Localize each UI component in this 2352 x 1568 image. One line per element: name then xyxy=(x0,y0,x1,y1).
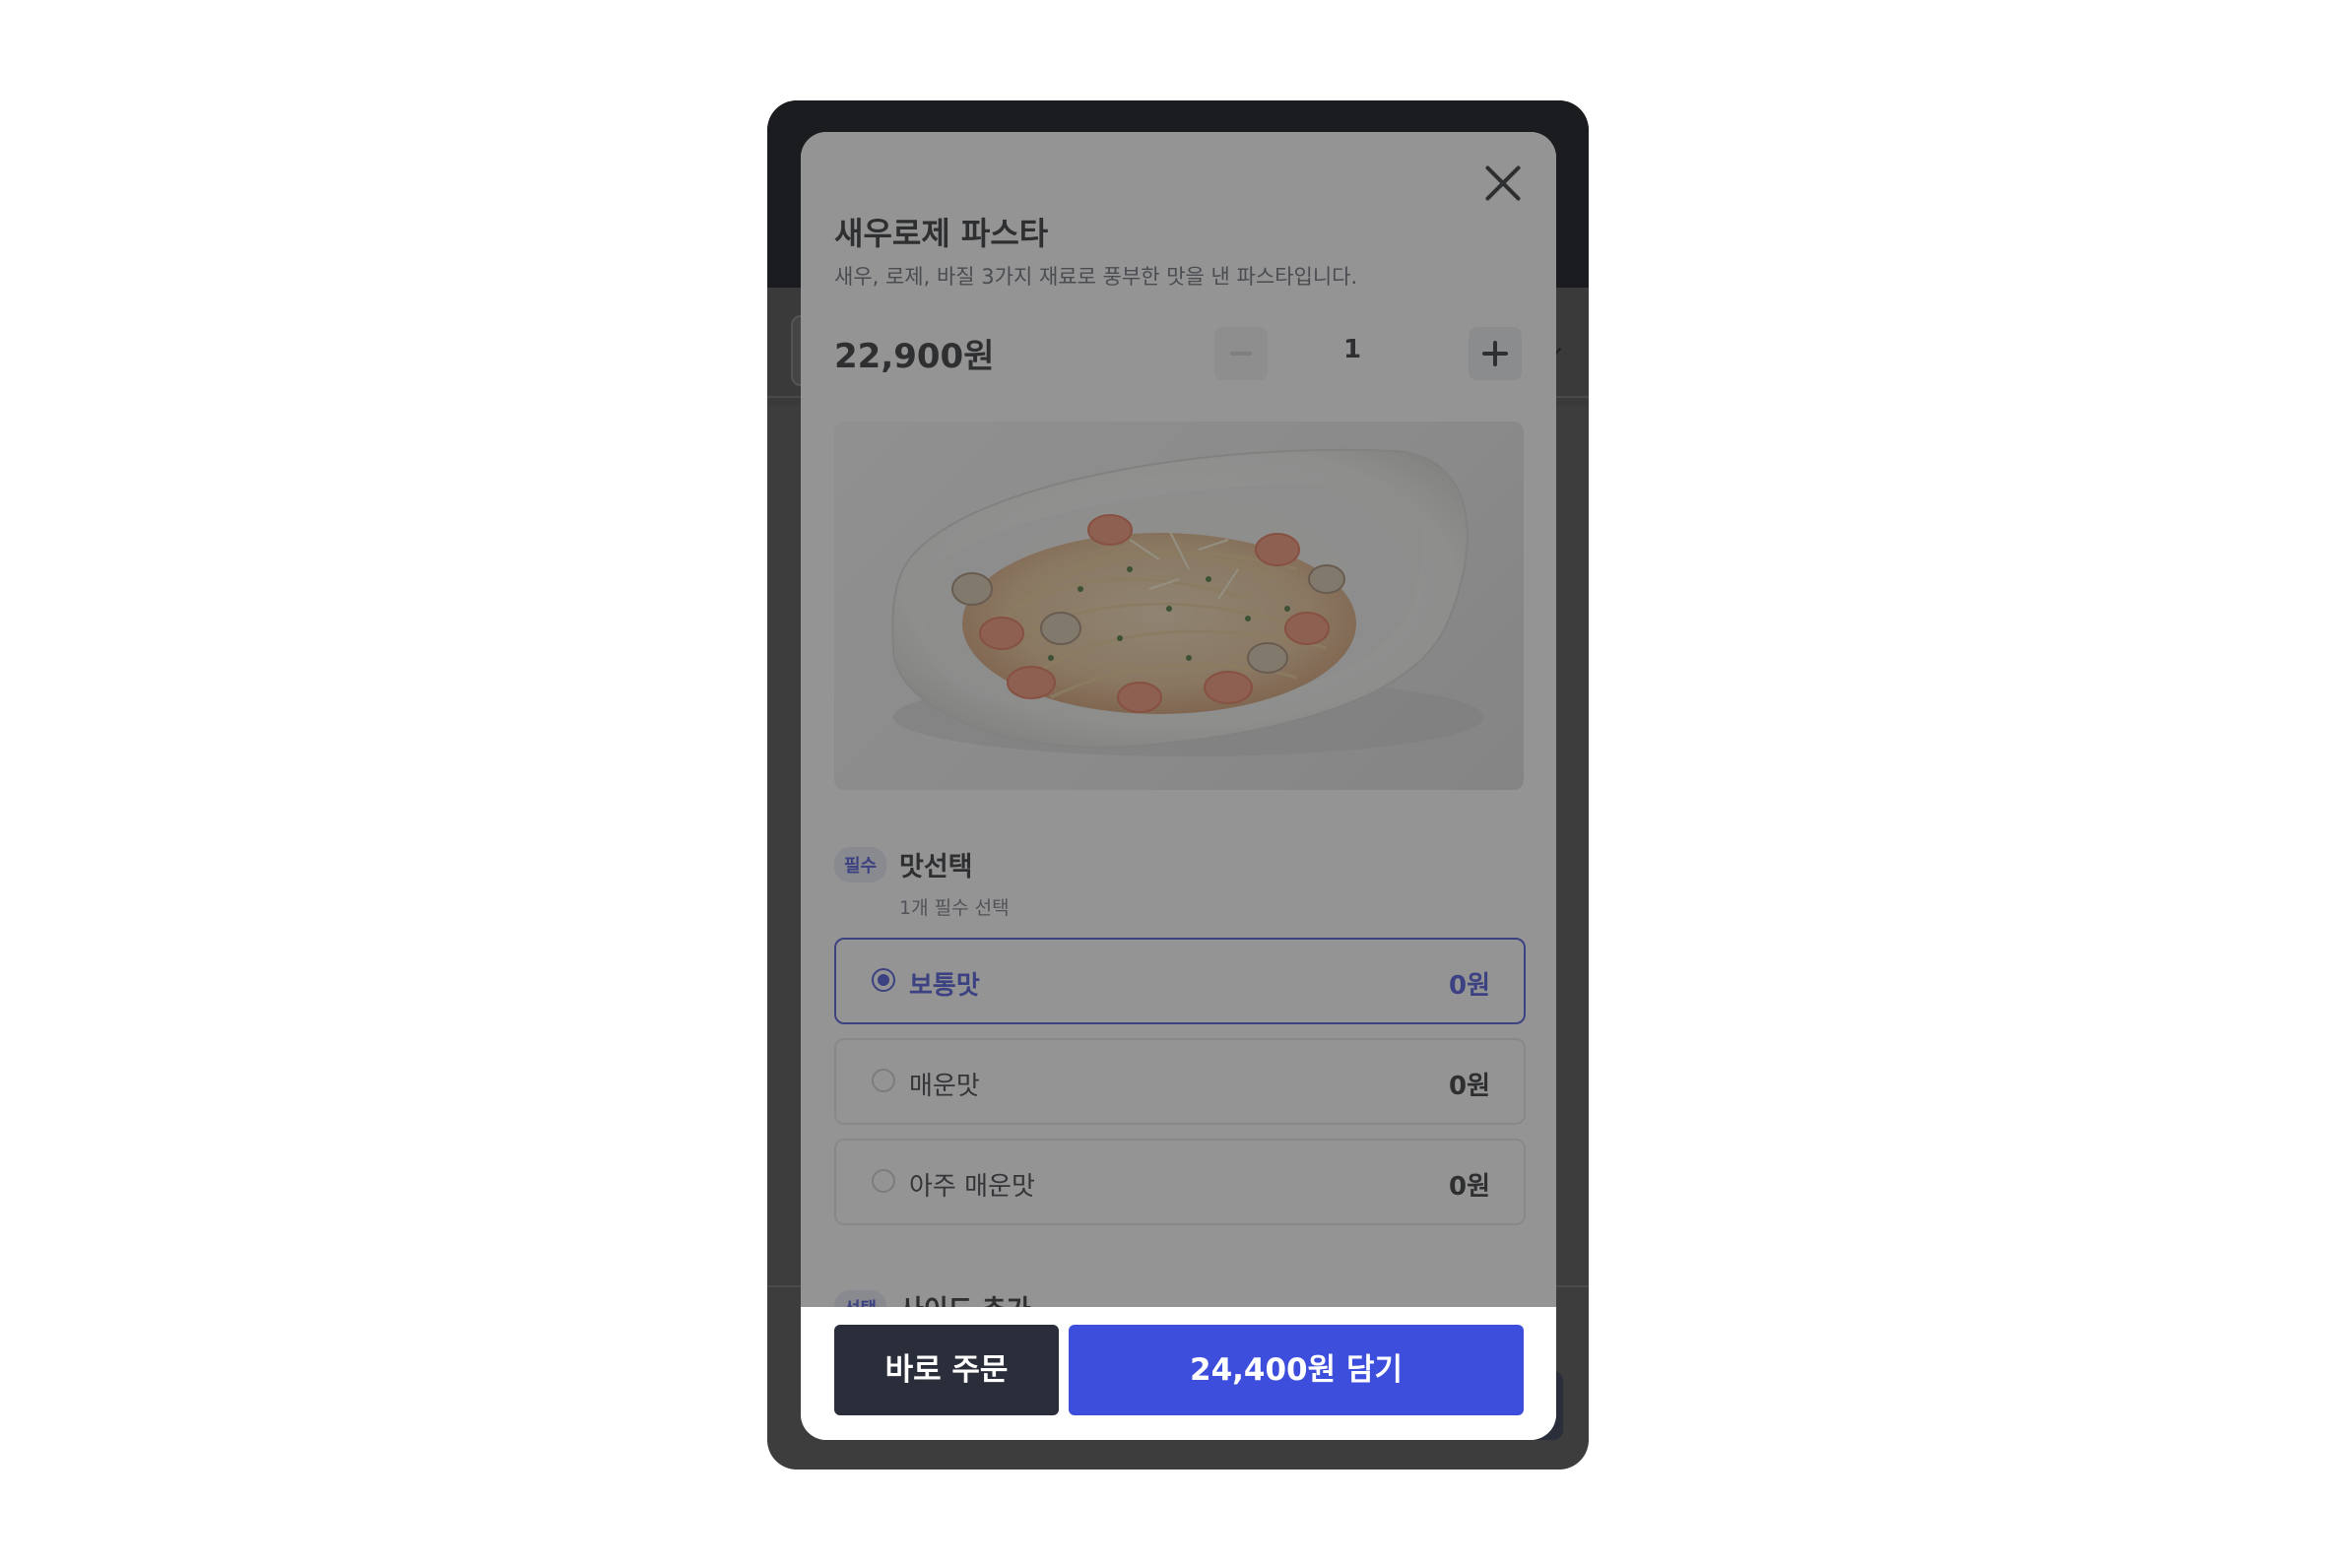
close-icon[interactable] xyxy=(1479,160,1527,207)
required-badge: 필수 xyxy=(834,847,887,882)
taste-section-title: 맛선택 xyxy=(899,852,973,882)
option-price: 0원 xyxy=(1448,971,1490,1001)
option-label: 아주 매운맛 xyxy=(909,1172,1035,1202)
add-to-cart-button[interactable]: 24,400원 담기 xyxy=(1069,1325,1524,1415)
option-price: 0원 xyxy=(1448,1172,1490,1202)
modal-scroll-area[interactable]: 새우로제 파스타 새우, 로제, 바질 3가지 재료로 풍부한 맛을 낸 파스타… xyxy=(801,132,1556,1307)
side-section-title: 사이드 추가 xyxy=(899,1288,1031,1307)
taste-section-subtitle: 1개 필수 선택 xyxy=(899,897,1010,919)
option-label: 보통맛 xyxy=(909,971,980,1001)
option-normal[interactable]: 보통맛 0원 xyxy=(834,938,1526,1024)
quantity-value: 1 xyxy=(1342,335,1362,364)
optional-badge: 선택 xyxy=(834,1290,887,1307)
product-price: 22,900원 xyxy=(834,337,995,376)
product-title: 새우로제 파스타 xyxy=(834,215,1049,252)
option-spicy[interactable]: 매운맛 0원 xyxy=(834,1038,1526,1125)
modal-footer: 바로 주문 24,400원 담기 xyxy=(801,1307,1556,1440)
option-price: 0원 xyxy=(1448,1072,1490,1101)
order-now-button[interactable]: 바로 주문 xyxy=(834,1325,1059,1415)
radio-button[interactable] xyxy=(872,1069,895,1092)
product-description: 새우, 로제, 바질 3가지 재료로 풍부한 맛을 낸 파스타입니다. xyxy=(834,265,1358,289)
product-photo xyxy=(834,422,1524,790)
option-very-spicy[interactable]: 아주 매운맛 0원 xyxy=(834,1139,1526,1225)
plus-icon[interactable] xyxy=(1469,327,1522,380)
radio-button[interactable] xyxy=(872,968,895,992)
pasta-image xyxy=(891,448,1484,756)
radio-button[interactable] xyxy=(872,1169,895,1193)
product-option-modal: 새우로제 파스타 새우, 로제, 바질 3가지 재료로 풍부한 맛을 낸 파스타… xyxy=(801,132,1556,1440)
option-label: 매운맛 xyxy=(909,1072,980,1101)
minus-icon[interactable] xyxy=(1214,327,1268,380)
